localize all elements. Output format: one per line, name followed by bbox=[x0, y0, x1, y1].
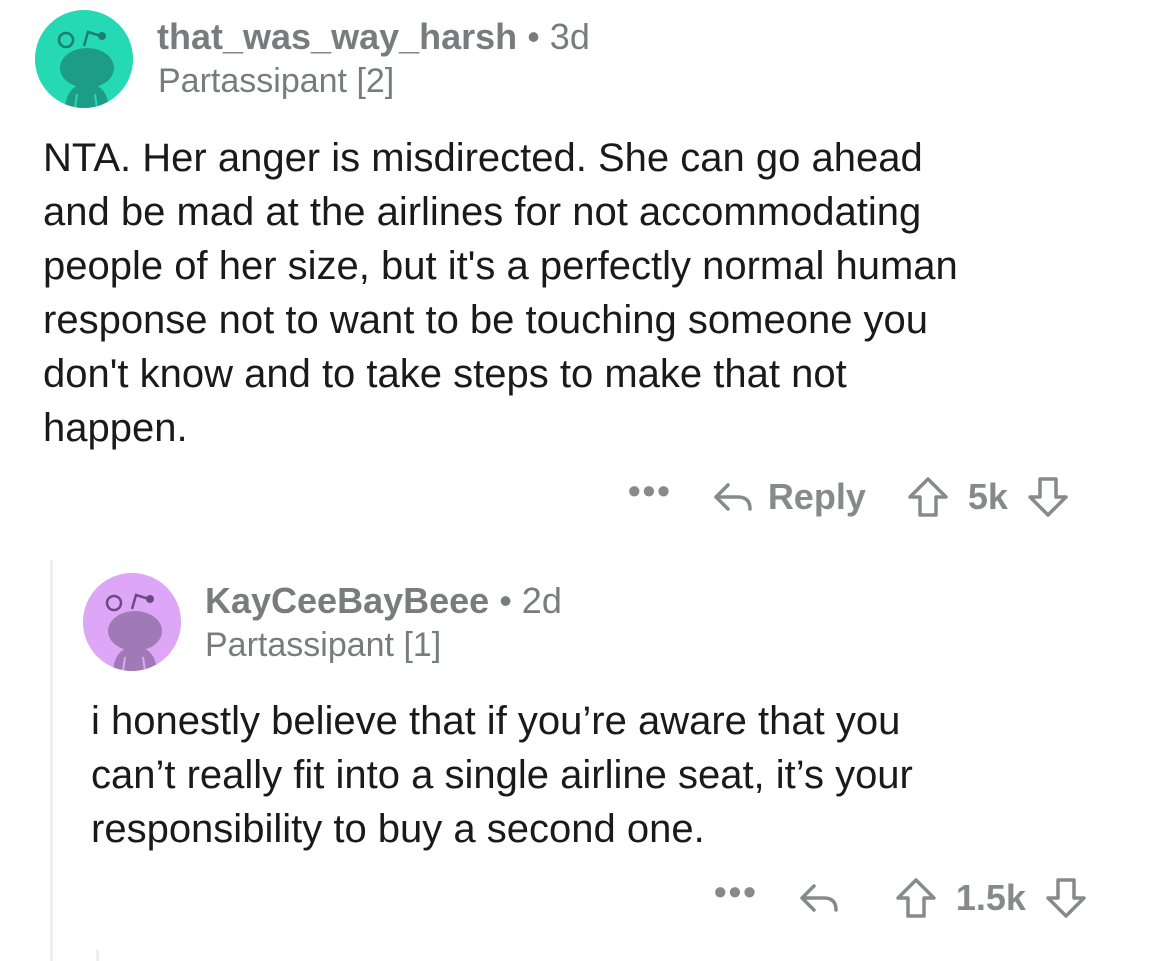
comment-body-line: people of her size, but it's a perfectly… bbox=[43, 244, 958, 288]
snoo-avatar-icon bbox=[83, 573, 181, 671]
comment-body-line: i honestly believe that if you’re aware … bbox=[91, 699, 901, 743]
comment-body: NTA. Her anger is misdirected. She can g… bbox=[43, 131, 1153, 455]
separator-dot: • bbox=[499, 580, 512, 621]
more-options-button[interactable]: ••• bbox=[714, 871, 758, 913]
reply-label: Reply bbox=[767, 476, 866, 517]
username[interactable]: that_was_way_harsh bbox=[157, 16, 517, 57]
comment-age: 3d bbox=[549, 16, 590, 57]
username[interactable]: KayCeeBayBeee bbox=[205, 580, 489, 621]
comment-body-line: NTA. Her anger is misdirected. She can g… bbox=[43, 136, 923, 180]
comment-body: i honestly believe that if you’re aware … bbox=[91, 694, 1151, 856]
user-flair: Partassipant [1] bbox=[205, 626, 442, 664]
upvote-arrow-icon bbox=[908, 477, 948, 517]
downvote-button[interactable] bbox=[1044, 876, 1088, 920]
comment-age: 2d bbox=[521, 580, 562, 621]
more-options-button[interactable]: ••• bbox=[628, 470, 672, 512]
downvote-arrow-icon bbox=[1028, 477, 1068, 517]
comment-body-line: responsibility to buy a second one. bbox=[91, 807, 705, 851]
upvote-arrow-icon bbox=[896, 878, 936, 918]
user-flair: Partassipant [2] bbox=[158, 62, 395, 100]
comment-actions: ••• Reply 5k bbox=[628, 470, 1070, 521]
snoo-avatar-icon bbox=[35, 10, 133, 108]
comment-body-line: can’t really fit into a single airline s… bbox=[91, 753, 913, 797]
downvote-arrow-icon bbox=[1046, 878, 1086, 918]
downvote-button[interactable] bbox=[1026, 475, 1070, 519]
reply-button[interactable] bbox=[798, 880, 854, 916]
comment-body-line: response not to want to be touching some… bbox=[43, 298, 929, 342]
thread-line[interactable] bbox=[50, 560, 53, 961]
comment-body-line: and be mad at the airlines for not accom… bbox=[43, 190, 922, 234]
vote-score: 5k bbox=[967, 476, 1008, 517]
comment-username-line: that_was_way_harsh • 3d bbox=[157, 16, 590, 58]
upvote-button[interactable] bbox=[894, 876, 938, 920]
comment-body-line: don't know and to take steps to make tha… bbox=[43, 352, 847, 396]
reply-button[interactable]: Reply bbox=[712, 476, 866, 518]
user-avatar[interactable] bbox=[83, 573, 181, 671]
reply-arrow-icon bbox=[714, 483, 752, 511]
comment-body-line: happen. bbox=[43, 406, 188, 450]
comment-actions: ••• 1.5k bbox=[714, 871, 1088, 922]
separator-dot: • bbox=[527, 16, 540, 57]
comment-username-line: KayCeeBayBeee • 2d bbox=[205, 580, 562, 622]
vote-score: 1.5k bbox=[955, 877, 1026, 918]
upvote-button[interactable] bbox=[906, 475, 950, 519]
user-avatar[interactable] bbox=[35, 10, 133, 108]
thread-line-nested[interactable] bbox=[96, 950, 99, 961]
reply-arrow-icon bbox=[800, 884, 838, 912]
